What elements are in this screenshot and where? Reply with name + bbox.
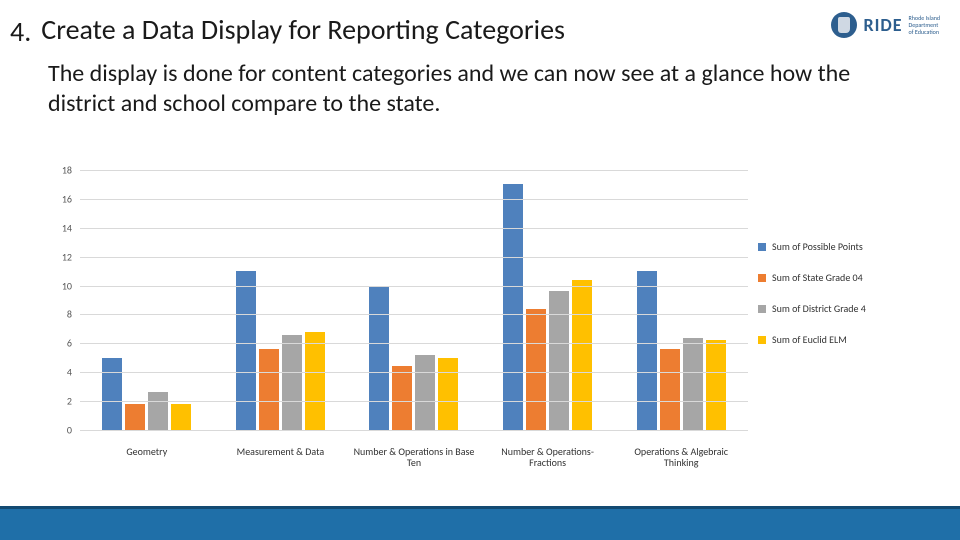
bar — [660, 349, 680, 430]
y-tick: 4 — [67, 366, 72, 379]
slide-title: Create a Data Display for Reporting Cate… — [41, 12, 565, 47]
legend-label: Sum of Euclid ELM — [772, 333, 847, 346]
bar — [637, 271, 657, 430]
y-tick: 18 — [62, 164, 72, 177]
gridline — [80, 286, 748, 287]
legend-label: Sum of State Grade 04 — [772, 271, 863, 284]
x-label: Geometry — [80, 446, 214, 468]
bar — [236, 271, 256, 430]
x-label: Number & Operations in Base Ten — [347, 446, 481, 468]
slide-footer-bar — [0, 506, 960, 540]
legend-item: Sum of State Grade 04 — [758, 271, 918, 284]
gridline — [80, 170, 748, 171]
bar-group — [80, 358, 214, 430]
y-tick: 16 — [62, 192, 72, 205]
x-label: Number & Operations- Fractions — [481, 446, 615, 468]
bar-group — [481, 184, 615, 430]
bar — [438, 358, 458, 430]
y-tick: 2 — [67, 395, 72, 408]
bar — [305, 332, 325, 430]
bar — [369, 286, 389, 430]
bar — [683, 338, 703, 430]
gridline — [80, 372, 748, 373]
bar — [171, 404, 191, 430]
y-tick: 0 — [67, 424, 72, 437]
bar — [415, 355, 435, 430]
legend-item: Sum of Euclid ELM — [758, 333, 918, 346]
ride-logo: RIDE Rhode Island Department of Educatio… — [831, 12, 940, 38]
bar — [282, 335, 302, 430]
legend-swatch — [758, 243, 766, 251]
legend-label: Sum of Possible Points — [772, 240, 863, 253]
x-label: Measurement & Data — [214, 446, 348, 468]
y-tick: 10 — [62, 279, 72, 292]
y-tick: 12 — [62, 250, 72, 263]
bar-group — [347, 286, 481, 430]
gridline — [80, 343, 748, 344]
gridline — [80, 199, 748, 200]
y-tick: 6 — [67, 337, 72, 350]
x-label: Operations & Algebraic Thinking — [614, 446, 748, 468]
gridline — [80, 228, 748, 229]
legend-item: Sum of District Grade 4 — [758, 302, 918, 315]
legend-label: Sum of District Grade 4 — [772, 302, 866, 315]
bar — [549, 291, 569, 430]
bar — [526, 309, 546, 430]
bar — [572, 280, 592, 430]
legend-item: Sum of Possible Points — [758, 240, 918, 253]
bar — [503, 184, 523, 430]
legend-swatch — [758, 336, 766, 344]
chart-legend: Sum of Possible Points Sum of State Grade… — [748, 170, 918, 480]
gridline — [80, 257, 748, 258]
bar — [392, 366, 412, 430]
legend-swatch — [758, 274, 766, 282]
slide-number: 4. — [10, 14, 31, 49]
bar-group — [214, 271, 348, 430]
bar — [148, 392, 168, 430]
chart: 024681012141618 GeometryMeasurement & Da… — [48, 170, 918, 480]
gridline — [80, 314, 748, 315]
bar — [102, 358, 122, 430]
ride-state-icon — [831, 12, 857, 38]
bar — [125, 404, 145, 430]
bar — [706, 340, 726, 430]
ride-sub3: of Education — [909, 29, 940, 36]
gridline — [80, 401, 748, 402]
ride-logo-text: RIDE — [863, 14, 902, 36]
slide-description: The display is done for content categori… — [0, 49, 960, 119]
legend-swatch — [758, 305, 766, 313]
bar — [259, 349, 279, 430]
gridline — [80, 430, 748, 431]
y-tick: 8 — [67, 308, 72, 321]
bar-group — [614, 271, 748, 430]
y-tick: 14 — [62, 221, 72, 234]
